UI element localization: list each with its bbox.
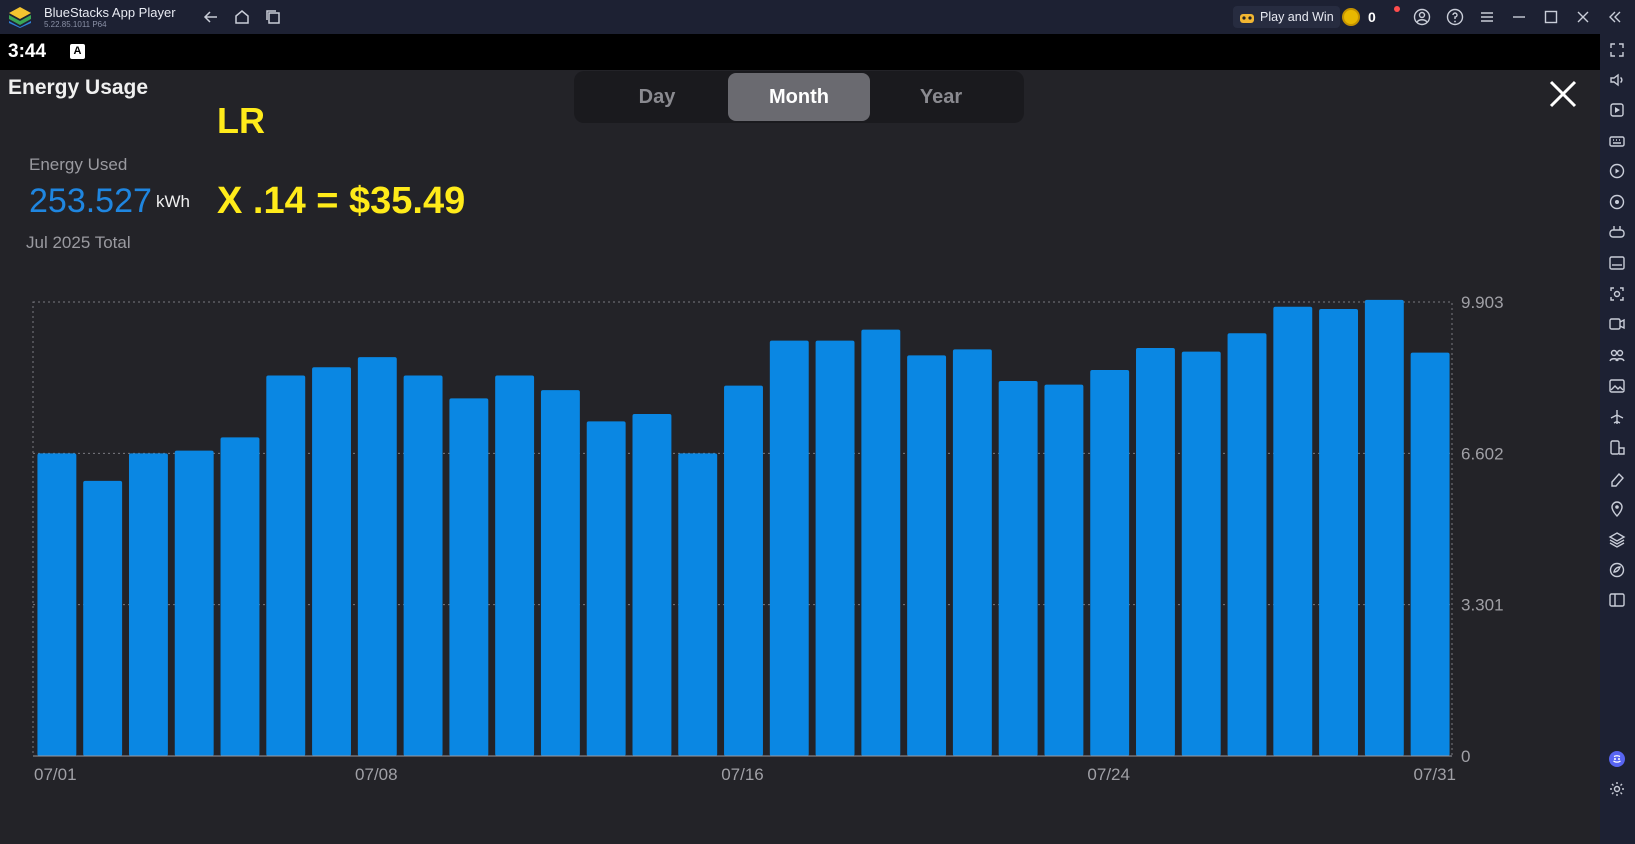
- y-tick-label: 3.301: [1461, 596, 1504, 615]
- coin-icon: [1342, 8, 1360, 26]
- eco-icon[interactable]: [1608, 561, 1626, 579]
- notification-dot: [1394, 6, 1400, 12]
- bar-07/14: [632, 413, 672, 756]
- bar-07/27: [1227, 333, 1267, 756]
- bar-07/03: [128, 453, 168, 756]
- coin-count: 0: [1368, 9, 1376, 25]
- close-window-icon[interactable]: [1574, 8, 1592, 26]
- menu-icon[interactable]: [1478, 8, 1496, 26]
- expand-icon[interactable]: [1608, 41, 1626, 59]
- back-icon[interactable]: [202, 8, 220, 26]
- gift-icon: [1240, 14, 1254, 23]
- bar-07/08: [357, 357, 397, 756]
- macro-icon[interactable]: [1608, 162, 1626, 180]
- sidebar-toggle-icon[interactable]: [1608, 591, 1626, 609]
- location-icon[interactable]: [1608, 193, 1626, 211]
- bar-07/01: [37, 453, 77, 756]
- x-tick-label: 07/31: [1413, 765, 1456, 784]
- bar-07/05: [220, 437, 260, 756]
- discord-icon[interactable]: [1608, 750, 1626, 768]
- bar-07/25: [1136, 347, 1175, 756]
- recent-apps-icon[interactable]: [264, 8, 282, 26]
- bluestacks-logo-icon: [9, 7, 31, 28]
- x-tick-label: 07/08: [355, 765, 398, 784]
- bar-07/21: [952, 349, 992, 756]
- bar-07/19: [861, 329, 901, 756]
- energy-bar-chart: 9.903 6.602 3.301 0 07/01 07/08 07/16 07/24 07/3…: [32, 293, 1504, 784]
- home-icon[interactable]: [233, 8, 251, 26]
- bar-07/31: [1410, 352, 1450, 756]
- minimize-icon[interactable]: [1510, 8, 1528, 26]
- media-icon[interactable]: [1608, 377, 1626, 395]
- android-status-bar: 3:44 A: [0, 34, 1600, 70]
- bluestacks-title-bar: BlueStacks App Player 5.22.85.1011 P64 P…: [0, 0, 1635, 34]
- y-tick-label: 9.903: [1461, 293, 1504, 312]
- bar-07/23: [1044, 384, 1084, 756]
- airplane-icon[interactable]: [1608, 408, 1626, 426]
- bar-07/15: [678, 453, 718, 756]
- record-icon[interactable]: [1608, 315, 1626, 333]
- window-title: BlueStacks App Player: [44, 5, 176, 20]
- bar-07/13: [586, 421, 626, 756]
- multi-instance-icon[interactable]: [1608, 346, 1626, 364]
- volume-icon[interactable]: [1608, 71, 1626, 89]
- settings-icon[interactable]: [1608, 780, 1626, 798]
- play-and-win-label: Play and Win: [1260, 10, 1334, 24]
- eraser-icon[interactable]: [1608, 470, 1626, 488]
- screenshot-icon[interactable]: [1608, 285, 1626, 303]
- x-tick-label: 07/01: [34, 765, 77, 784]
- bar-07/12: [540, 390, 580, 756]
- play-and-win-button[interactable]: Play and Win: [1233, 6, 1340, 28]
- bar-07/18: [815, 340, 855, 756]
- bar-07/17: [769, 340, 809, 756]
- x-tick-label: 07/24: [1087, 765, 1130, 784]
- bar-07/10: [449, 398, 489, 756]
- gamepad-icon[interactable]: [1608, 223, 1626, 241]
- bar-07/16: [724, 385, 763, 756]
- bar-07/04: [174, 450, 214, 756]
- pin-icon[interactable]: [1608, 500, 1626, 518]
- bar-07/26: [1181, 351, 1221, 756]
- account-icon[interactable]: [1413, 8, 1431, 26]
- rotate-icon[interactable]: [1608, 439, 1626, 457]
- bar-07/22: [998, 380, 1038, 756]
- bluestacks-sidebar: [1600, 34, 1635, 844]
- bar-07/29: [1319, 309, 1359, 756]
- window-version: 5.22.85.1011 P64: [44, 20, 107, 29]
- help-icon[interactable]: [1446, 8, 1464, 26]
- bar-07/30: [1364, 299, 1404, 756]
- x-tick-label: 07/16: [721, 765, 764, 784]
- coin-balance[interactable]: 0: [1342, 6, 1376, 28]
- status-indicator-icon: A: [70, 44, 85, 59]
- bar-07/11: [495, 375, 535, 756]
- maximize-icon[interactable]: [1542, 8, 1560, 26]
- y-tick-label: 0: [1461, 747, 1470, 766]
- bar-07/28: [1273, 306, 1313, 756]
- layers-icon[interactable]: [1608, 531, 1626, 549]
- apk-icon[interactable]: [1608, 254, 1626, 272]
- collapse-sidebar-icon[interactable]: [1606, 8, 1624, 26]
- bar-07/02: [83, 480, 123, 756]
- y-tick-label: 6.602: [1461, 444, 1504, 463]
- screen-record-icon[interactable]: [1608, 101, 1626, 119]
- bar-07/07: [312, 367, 351, 756]
- status-time: 3:44: [8, 41, 47, 62]
- bar-07/06: [266, 375, 306, 756]
- bar-07/09: [403, 375, 443, 756]
- bar-07/24: [1090, 369, 1130, 756]
- keyboard-icon[interactable]: [1608, 132, 1626, 150]
- bar-07/20: [907, 355, 947, 756]
